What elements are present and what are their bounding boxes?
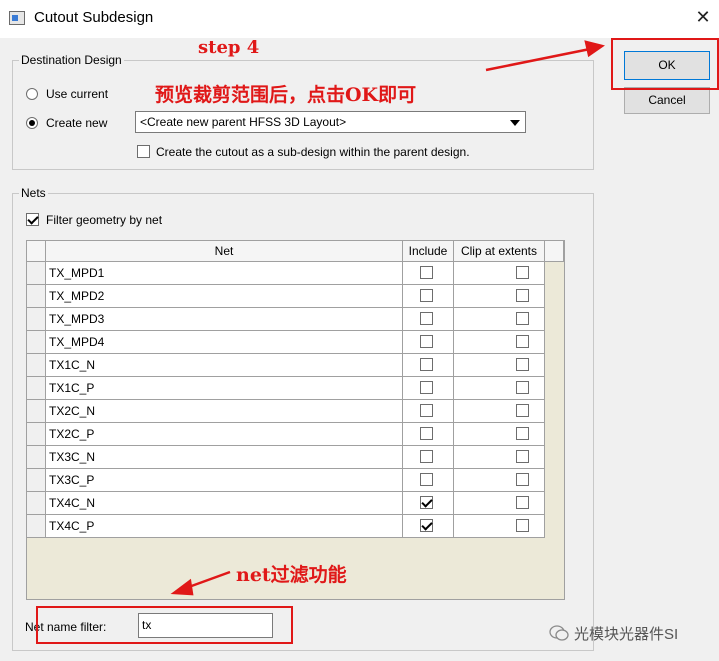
filter-arrow-line xyxy=(185,570,231,590)
annotation-arrows xyxy=(170,40,605,596)
ok-arrow-line xyxy=(485,47,591,72)
filter-arrow-head xyxy=(170,578,194,596)
watermark-text: 光模块光器件SI xyxy=(574,626,679,643)
ok-arrow-head xyxy=(584,40,605,58)
wechat-icon xyxy=(549,624,569,642)
